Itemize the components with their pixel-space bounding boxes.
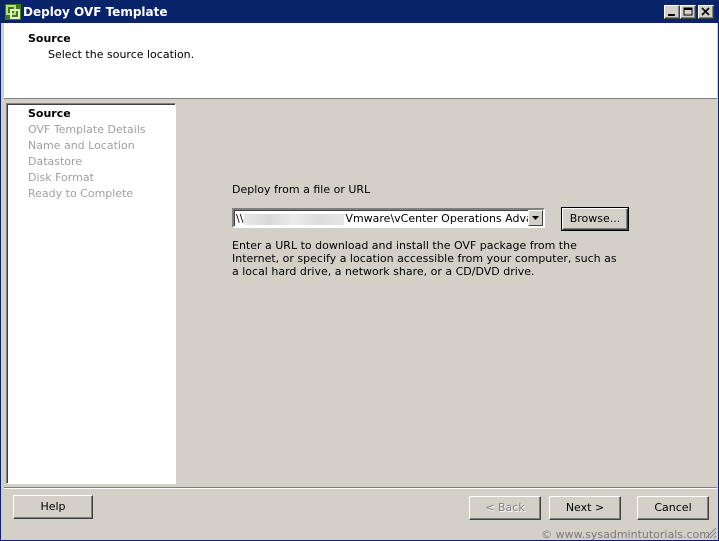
path-suffix: Vmware\vCenter Operations Advanced — [345, 212, 528, 225]
nav-step-source[interactable]: Source — [28, 107, 71, 120]
wizard-header: Source Select the source location. — [4, 23, 717, 99]
close-button[interactable] — [698, 5, 714, 19]
redacted-server-name — [244, 213, 345, 225]
nav-step-datastore: Datastore — [28, 155, 83, 168]
path-prefix: \\ — [236, 212, 244, 225]
source-path-value[interactable]: \\ Vmware\vCenter Operations Advanced — [236, 212, 528, 225]
close-icon — [701, 7, 710, 16]
nav-step-ovf-template-details: OVF Template Details — [28, 123, 146, 136]
next-button[interactable]: Next > — [549, 496, 621, 520]
minimize-button[interactable] — [664, 5, 680, 19]
back-button[interactable]: < Back — [469, 496, 541, 520]
deploy-source-label: Deploy from a file or URL — [232, 183, 371, 196]
cancel-button[interactable]: Cancel — [637, 496, 709, 520]
browse-button[interactable]: Browse... — [562, 208, 628, 230]
minimize-icon — [668, 14, 675, 16]
maximize-button[interactable] — [680, 5, 696, 19]
page-subtitle: Select the source location. — [48, 48, 195, 61]
window-title: Deploy OVF Template — [23, 5, 168, 19]
deploy-ovf-window: Deploy OVF Template Source Select the so… — [0, 0, 719, 541]
combobox-dropdown-button[interactable] — [528, 210, 543, 226]
source-help-text: Enter a URL to download and install the … — [232, 239, 617, 278]
nav-step-name-and-location: Name and Location — [28, 139, 135, 152]
source-path-combobox[interactable]: \\ Vmware\vCenter Operations Advanced — [232, 208, 545, 228]
main-content: Deploy from a file or URL \\ Vmware\vCent… — [177, 103, 717, 484]
nav-step-disk-format: Disk Format — [28, 171, 94, 184]
resize-grip-icon[interactable] — [705, 527, 717, 539]
maximize-icon — [683, 7, 693, 16]
title-bar[interactable]: Deploy OVF Template — [1, 1, 718, 23]
chevron-down-icon — [532, 216, 539, 220]
footer-separator — [4, 487, 717, 489]
wizard-steps-nav: Source OVF Template Details Name and Loc… — [6, 103, 176, 484]
vsphere-app-icon — [5, 4, 21, 20]
page-title: Source — [28, 32, 71, 45]
nav-step-ready-to-complete: Ready to Complete — [28, 187, 134, 200]
help-button[interactable]: Help — [13, 495, 93, 519]
watermark-text: © www.sysadmintutorials.com — [541, 528, 710, 541]
